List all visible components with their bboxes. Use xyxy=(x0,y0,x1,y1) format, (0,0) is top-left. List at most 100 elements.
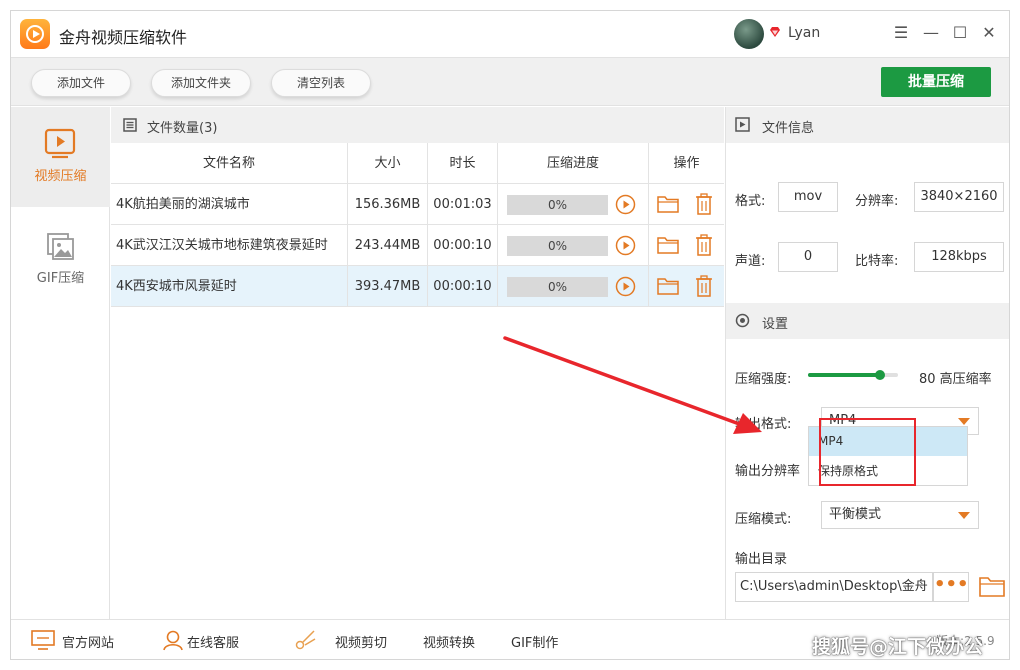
actions-cell xyxy=(649,225,724,266)
table-row[interactable]: 4K西安城市风景延时 393.47MB 00:00:10 0% xyxy=(111,266,724,307)
watermark-text: 搜狐号@江下微办公 xyxy=(812,636,984,658)
close-button[interactable]: ✕ xyxy=(977,21,1001,45)
vip-diamond-icon xyxy=(770,27,780,37)
column-header-size: 大小 xyxy=(348,143,428,184)
compress-mode-value: 平衡模式 xyxy=(829,507,882,522)
video-play-icon xyxy=(44,128,76,159)
video-cut-link[interactable]: 视频剪切 xyxy=(335,632,387,651)
clear-list-button[interactable]: 清空列表 xyxy=(271,69,371,97)
progress-bar: 0% xyxy=(507,236,608,256)
file-list-header: 文件数量(3) xyxy=(111,107,724,143)
progress-bar: 0% xyxy=(507,195,608,215)
actions-cell xyxy=(649,266,724,307)
customer-service-icon xyxy=(163,630,183,651)
add-folder-button[interactable]: 添加文件夹 xyxy=(151,69,251,97)
batch-compress-button[interactable]: 批量压缩 xyxy=(881,67,991,97)
avatar[interactable] xyxy=(734,19,764,49)
video-convert-link[interactable]: 视频转换 xyxy=(423,632,475,651)
compress-mode-select[interactable]: 平衡模式 xyxy=(821,501,979,529)
column-header-name: 文件名称 xyxy=(111,143,348,184)
strength-label: 压缩强度: xyxy=(735,372,792,387)
progress-cell: 0% xyxy=(498,225,649,266)
chevron-down-icon xyxy=(958,512,970,519)
image-icon xyxy=(47,233,74,260)
output-resolution-label: 输出分辨率 xyxy=(735,464,801,479)
strength-slider-knob[interactable] xyxy=(875,370,885,380)
channels-label: 声道: xyxy=(735,254,766,269)
cut-tool-icon xyxy=(295,630,316,650)
play-icon[interactable] xyxy=(615,235,636,256)
file-info-header: 文件信息 xyxy=(726,107,1009,143)
progress-bar: 0% xyxy=(507,277,608,297)
folder-icon[interactable] xyxy=(979,575,1005,597)
play-icon[interactable] xyxy=(615,276,636,297)
title-bar: 金舟视频压缩软件 Lyan ☰ — ☐ ✕ xyxy=(11,11,1009,57)
output-dir-input[interactable]: C:\Users\admin\Desktop\金舟 xyxy=(735,572,933,602)
resolution-label: 分辨率: xyxy=(855,194,899,209)
bitrate-value: 128kbps xyxy=(914,242,1004,272)
sidebar-item-label: 视频压缩 xyxy=(34,169,87,184)
file-name: 4K航拍美丽的湖滨城市 xyxy=(111,184,348,225)
sidebar-item-label: GIF压缩 xyxy=(36,271,85,286)
column-header-progress: 压缩进度 xyxy=(498,143,649,184)
app-logo-icon xyxy=(20,19,50,49)
settings-header: 设置 xyxy=(726,303,1009,339)
sidebar: 视频压缩 GIF压缩 xyxy=(11,107,110,619)
add-file-button[interactable]: 添加文件 xyxy=(31,69,131,97)
trash-icon[interactable] xyxy=(695,193,713,215)
folder-icon[interactable] xyxy=(657,194,679,214)
app-title: 金舟视频压缩软件 xyxy=(59,28,188,47)
output-dir-label: 输出目录 xyxy=(735,552,788,567)
toolbar: 添加文件 添加文件夹 清空列表 批量压缩 xyxy=(11,57,1009,106)
file-duration: 00:01:03 xyxy=(428,184,498,225)
strength-slider[interactable] xyxy=(808,370,898,380)
table-row[interactable]: 4K武汉江汉关城市地标建筑夜景延时 243.44MB 00:00:10 0% xyxy=(111,225,724,266)
gif-make-link[interactable]: GIF制作 xyxy=(511,632,558,651)
folder-icon[interactable] xyxy=(657,276,679,296)
bitrate-label: 比特率: xyxy=(855,254,899,269)
sidebar-item-gif-compress[interactable]: GIF压缩 xyxy=(11,217,110,317)
file-name: 4K西安城市风景延时 xyxy=(111,266,348,307)
official-website-link[interactable]: 官方网站 xyxy=(62,632,114,651)
table-row[interactable]: 4K航拍美丽的湖滨城市 156.36MB 00:01:03 0% xyxy=(111,184,724,225)
maximize-button[interactable]: ☐ xyxy=(948,21,972,45)
file-info-title: 文件信息 xyxy=(762,121,815,136)
column-header-actions: 操作 xyxy=(673,156,700,171)
format-label: 格式: xyxy=(735,194,766,209)
file-size: 156.36MB xyxy=(348,184,428,225)
column-header-duration: 时长 xyxy=(428,143,498,184)
trash-icon[interactable] xyxy=(695,275,713,297)
app-window: 金舟视频压缩软件 Lyan ☰ — ☐ ✕ 添加文件 添加文件夹 清空列表 批量… xyxy=(10,10,1010,660)
settings-radio-icon xyxy=(735,313,750,328)
file-duration: 00:00:10 xyxy=(428,266,498,307)
compress-mode-label: 压缩模式: xyxy=(735,512,792,527)
right-panel: 文件信息 格式: mov 分辨率: 3840×2160 声道: 0 比特率: 1… xyxy=(725,107,1009,619)
online-support-link[interactable]: 在线客服 xyxy=(187,632,239,651)
file-name: 4K武汉江汉关城市地标建筑夜景延时 xyxy=(111,225,348,266)
folder-icon[interactable] xyxy=(657,235,679,255)
browse-more-button[interactable]: ••• xyxy=(933,572,969,602)
chevron-down-icon xyxy=(958,418,970,425)
file-info-icon xyxy=(735,117,750,132)
list-icon xyxy=(123,118,137,132)
annotation-highlight-box xyxy=(819,418,916,486)
actions-cell xyxy=(649,184,724,225)
monitor-icon xyxy=(31,630,55,650)
progress-cell: 0% xyxy=(498,184,649,225)
resolution-value: 3840×2160 xyxy=(914,182,1004,212)
strength-value: 80 高压缩率 xyxy=(919,372,992,387)
user-name[interactable]: Lyan xyxy=(788,25,820,41)
progress-cell: 0% xyxy=(498,266,649,307)
trash-icon[interactable] xyxy=(695,234,713,256)
table-header-row: 文件名称 大小 时长 压缩进度 操作 xyxy=(111,143,724,184)
strength-slider-fill xyxy=(808,373,880,377)
file-count: 文件数量(3) xyxy=(147,121,218,136)
sidebar-item-video-compress[interactable]: 视频压缩 xyxy=(11,107,110,207)
file-size: 243.44MB xyxy=(348,225,428,266)
play-icon[interactable] xyxy=(615,194,636,215)
menu-icon[interactable]: ☰ xyxy=(889,21,913,45)
output-format-label: 输出格式: xyxy=(735,417,792,432)
file-size: 393.47MB xyxy=(348,266,428,307)
settings-title: 设置 xyxy=(762,317,789,332)
minimize-button[interactable]: — xyxy=(919,21,943,45)
